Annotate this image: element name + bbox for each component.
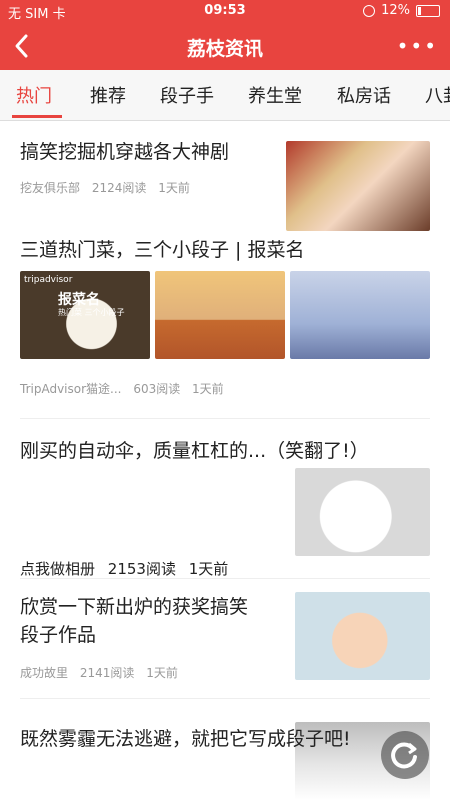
article-thumbnail bbox=[295, 592, 430, 680]
article-thumbnail bbox=[290, 271, 430, 359]
category-tabs: 热门 推荐 段子手 养生堂 私房话 八卦 bbox=[0, 70, 450, 121]
article-title: 搞笑挖掘机穿越各大神剧 bbox=[20, 141, 230, 163]
article-item[interactable]: 刚买的自动伞，质量杠杠的...（笑翻了!） 点我做相册 2153阅读 1天前 bbox=[0, 432, 450, 580]
article-meta: 挖友俱乐部 2124阅读 1天前 bbox=[20, 179, 198, 196]
article-reads: 2124阅读 bbox=[91, 181, 147, 195]
divider bbox=[20, 578, 430, 579]
article-reads: 2153阅读 bbox=[107, 560, 176, 578]
article-time: 1天前 bbox=[146, 666, 178, 680]
more-dots-icon: ••• bbox=[396, 34, 438, 58]
article-item[interactable]: 欣赏一下新出炉的获奖搞笑 段子作品 成功故里 2141阅读 1天前 bbox=[0, 590, 450, 700]
status-bar: 无 SIM 卡 09:53 12% bbox=[0, 0, 450, 22]
article-title-line2: 段子作品 bbox=[20, 624, 97, 646]
orientation-lock-icon bbox=[363, 4, 376, 17]
battery-icon bbox=[416, 4, 440, 17]
divider bbox=[20, 698, 430, 699]
refresh-button[interactable] bbox=[381, 731, 429, 779]
tab-health[interactable]: 养生堂 bbox=[248, 82, 302, 108]
divider bbox=[20, 418, 430, 419]
article-meta: 成功故里 2141阅读 1天前 bbox=[20, 664, 186, 681]
article-thumbnail bbox=[155, 271, 285, 359]
article-item[interactable]: 三道热门菜，三个小段子 | 报菜名 tripadvisor 报菜名 热门菜 三个… bbox=[0, 225, 450, 420]
article-time: 1天前 bbox=[188, 560, 229, 578]
article-meta: 点我做相册 2153阅读 1天前 bbox=[20, 558, 236, 579]
image-caption: tripadvisor bbox=[24, 275, 73, 285]
tab-hot[interactable]: 热门 bbox=[16, 82, 52, 108]
article-source: 挖友俱乐部 bbox=[20, 181, 81, 195]
tab-private-talk[interactable]: 私房话 bbox=[337, 82, 391, 108]
article-meta: TripAdvisor猫途... 603阅读 1天前 bbox=[20, 380, 232, 397]
navbar: 荔枝资讯 ••• bbox=[0, 22, 450, 70]
article-thumbnail bbox=[286, 141, 430, 231]
tab-jokester[interactable]: 段子手 bbox=[160, 82, 214, 108]
article-title: 既然雾霾无法逃避，就把它写成段子吧! bbox=[20, 728, 351, 750]
more-button[interactable]: ••• bbox=[397, 34, 438, 58]
active-tab-indicator bbox=[12, 115, 62, 118]
image-caption: 报菜名 bbox=[58, 292, 100, 308]
article-title: 三道热门菜，三个小段子 | 报菜名 bbox=[20, 239, 305, 261]
tab-gossip[interactable]: 八卦 bbox=[425, 82, 450, 108]
article-time: 1天前 bbox=[192, 382, 224, 396]
article-title: 欣赏一下新出炉的获奖搞笑 bbox=[20, 596, 249, 618]
battery-label: 12% bbox=[381, 3, 410, 18]
article-title: 刚买的自动伞，质量杠杠的...（笑翻了!） bbox=[20, 440, 369, 462]
article-thumbnail bbox=[295, 468, 430, 556]
article-reads: 2141阅读 bbox=[79, 666, 135, 680]
article-source: TripAdvisor猫途... bbox=[20, 382, 122, 396]
article-thumbnail: tripadvisor 报菜名 热门菜 三个小段子 bbox=[20, 271, 150, 359]
article-source: 点我做相册 bbox=[20, 560, 96, 578]
article-time: 1天前 bbox=[158, 181, 190, 195]
status-right: 12% bbox=[363, 3, 440, 18]
page-title: 荔枝资讯 bbox=[186, 38, 263, 60]
refresh-icon bbox=[391, 742, 417, 769]
article-reads: 603阅读 bbox=[133, 382, 181, 396]
article-source: 成功故里 bbox=[20, 666, 69, 680]
tab-recommend[interactable]: 推荐 bbox=[90, 82, 126, 108]
image-caption: 热门菜 三个小段子 bbox=[58, 308, 125, 317]
